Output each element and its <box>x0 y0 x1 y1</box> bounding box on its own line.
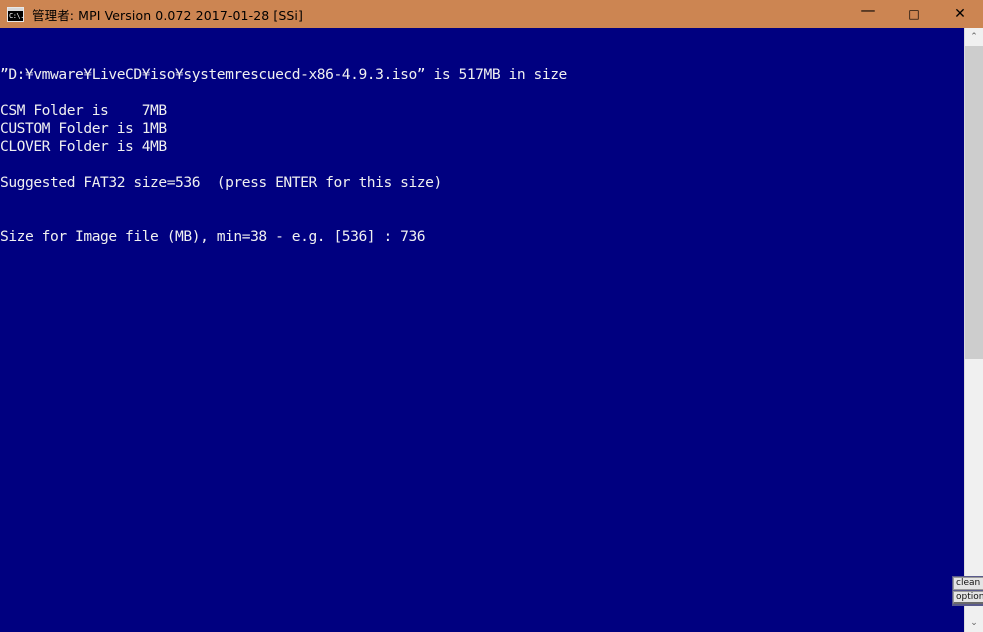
scrollbar-thumb[interactable] <box>965 46 983 359</box>
close-icon: ✕ <box>954 6 966 22</box>
title-bar[interactable]: C:\. 管理者: MPI Version 0.072 2017-01-28 [… <box>0 0 983 28</box>
icon-prompt-label: C:\. <box>9 11 24 20</box>
maximize-button[interactable]: □ <box>891 0 937 28</box>
chevron-down-icon: ⌄ <box>970 617 978 628</box>
console-output-text: ”D:¥vmware¥LiveCD¥iso¥systemrescuecd-x86… <box>0 66 567 245</box>
caption-button-group: — □ ✕ <box>845 0 983 28</box>
popup-item-clean[interactable]: clean <box>953 577 983 590</box>
console-app-icon: C:\. <box>7 6 24 22</box>
icon-titlebar-stripe <box>8 7 23 11</box>
console-window: C:\. 管理者: MPI Version 0.072 2017-01-28 [… <box>0 0 983 632</box>
console-client-area[interactable]: ”D:¥vmware¥LiveCD¥iso¥systemrescuecd-x86… <box>0 28 964 632</box>
close-button[interactable]: ✕ <box>937 0 983 28</box>
vertical-scrollbar[interactable]: ⌃ ⌄ <box>964 28 983 632</box>
chevron-up-icon: ⌃ <box>970 31 978 42</box>
minimize-icon: — <box>860 0 876 19</box>
window-title: 管理者: MPI Version 0.072 2017-01-28 [SSi] <box>32 7 303 23</box>
popup-item-option[interactable]: option <box>953 591 983 604</box>
maximize-icon: □ <box>908 7 920 21</box>
scroll-down-button[interactable]: ⌄ <box>965 614 983 632</box>
scroll-up-button[interactable]: ⌃ <box>965 28 983 46</box>
clipped-popup-menu[interactable]: clean option <box>952 576 983 606</box>
minimize-button[interactable]: — <box>845 0 891 28</box>
